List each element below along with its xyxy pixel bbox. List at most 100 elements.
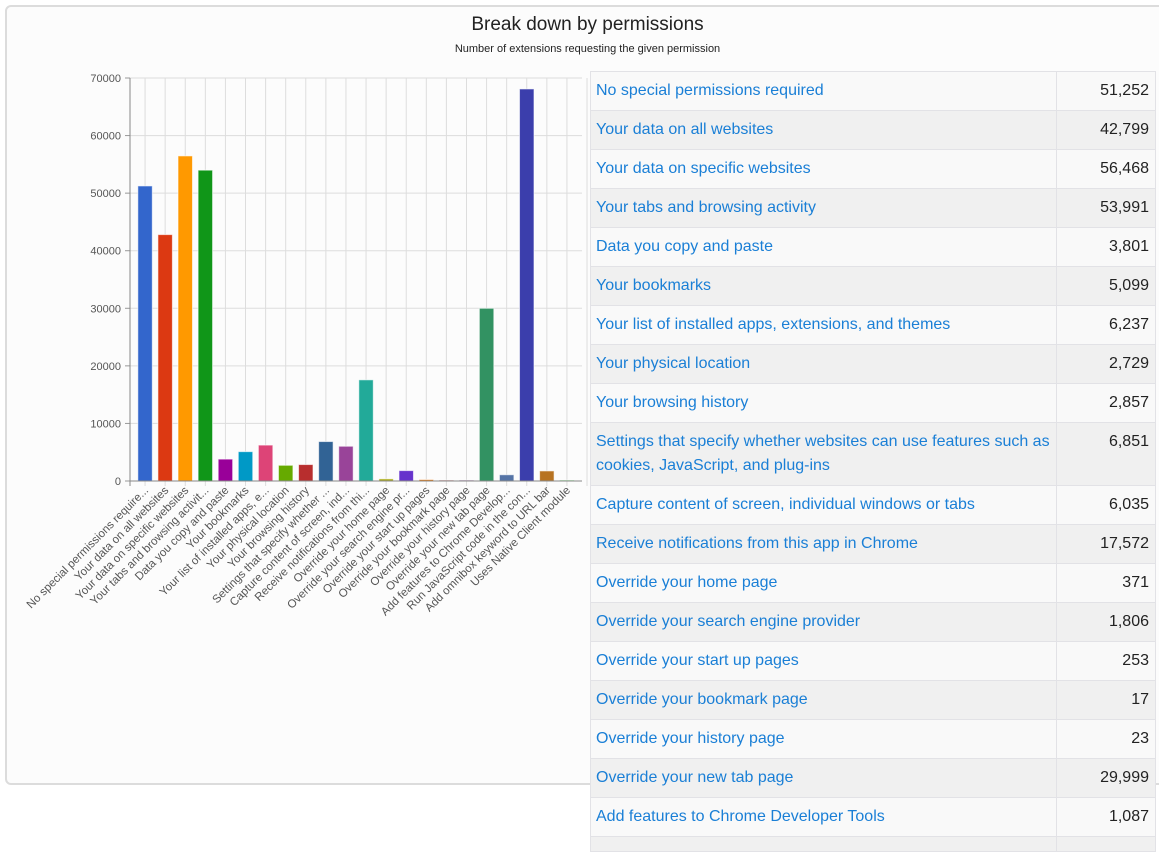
table-row: Override your search engine provider 1,80… (590, 602, 1156, 642)
permission-count: 53,991 (1056, 188, 1156, 228)
table-row: Override your home page 371 (590, 563, 1156, 603)
permission-count: 6,237 (1056, 305, 1156, 345)
permission-count: 371 (1056, 563, 1156, 603)
permission-count: 1,087 (1056, 797, 1156, 837)
bar[interactable] (197, 169, 214, 482)
permission-name-cell (590, 836, 1057, 852)
permission-link[interactable]: Override your bookmark page (596, 691, 808, 708)
permission-link[interactable]: Add features to Chrome Developer Tools (596, 808, 885, 825)
permission-link[interactable]: No special permissions required (596, 82, 824, 99)
permission-link[interactable]: Your browsing history (596, 394, 748, 411)
bar[interactable] (177, 155, 193, 482)
permission-count: 1,806 (1056, 602, 1156, 642)
permission-link[interactable]: Settings that specify whether websites c… (596, 433, 1050, 474)
y-tick-label: 0 (115, 476, 121, 488)
permission-name-cell: Your tabs and browsing activity (590, 188, 1057, 228)
x-axis-labels: No special permissions require...Your da… (25, 484, 573, 618)
permission-count: 29,999 (1056, 758, 1156, 798)
bar-chart: 0 10000 20000 30000 40000 50000 60000 70000 No … (25, 73, 588, 618)
permission-name-cell: No special permissions required (590, 71, 1057, 111)
bar[interactable] (539, 470, 555, 482)
y-tick-label: 10000 (90, 418, 121, 430)
table-row: Your list of installed apps, extensions,… (590, 305, 1156, 345)
permission-link[interactable]: Your physical location (596, 355, 750, 372)
y-tick-label: 50000 (90, 188, 121, 200)
bar[interactable] (157, 234, 173, 482)
y-tick-label: 70000 (90, 73, 121, 85)
permission-count: 23 (1056, 719, 1156, 759)
bar[interactable] (478, 307, 495, 482)
permission-name-cell: Settings that specify whether websites c… (590, 422, 1057, 486)
table-row: Your browsing history 2,857 (590, 383, 1156, 423)
permission-count: 3,801 (1056, 227, 1156, 267)
permission-name-cell: Override your history page (590, 719, 1057, 759)
table-row: Override your new tab page 29,999 (590, 758, 1156, 798)
bar[interactable] (398, 470, 414, 482)
y-tick-label: 60000 (90, 131, 121, 143)
permission-name-cell: Your data on specific websites (590, 149, 1057, 189)
bar[interactable] (358, 379, 374, 482)
table-row: Receive notifications from this app in C… (590, 524, 1156, 564)
table-row: Data you copy and paste 3,801 (590, 227, 1156, 267)
permission-link[interactable]: Capture content of screen, individual wi… (596, 496, 975, 513)
table-row: Your bookmarks 5,099 (590, 266, 1156, 306)
table-row (590, 836, 1156, 852)
permission-name-cell: Your data on all websites (590, 110, 1057, 150)
bar[interactable] (137, 185, 153, 482)
table-row: Settings that specify whether websites c… (590, 422, 1156, 486)
y-tick-label: 30000 (90, 303, 121, 315)
permission-link[interactable]: Data you copy and paste (596, 238, 773, 255)
table-row: Capture content of screen, individual wi… (590, 485, 1156, 525)
table-row: Override your bookmark page 17 (590, 680, 1156, 720)
permission-name-cell: Capture content of screen, individual wi… (590, 485, 1057, 525)
permission-name-cell: Data you copy and paste (590, 227, 1057, 267)
table-row: Your physical location 2,729 (590, 344, 1156, 384)
permission-name-cell: Your physical location (590, 344, 1057, 384)
permission-name-cell: Your bookmarks (590, 266, 1057, 306)
bar[interactable] (318, 441, 334, 482)
permission-link[interactable]: Your tabs and browsing activity (596, 199, 816, 216)
permission-count: 253 (1056, 641, 1156, 681)
bar[interactable] (237, 451, 254, 482)
bar[interactable] (298, 464, 314, 482)
permission-link[interactable]: Override your history page (596, 730, 785, 747)
permission-name-cell: Override your search engine provider (590, 602, 1057, 642)
table-row: Override your history page 23 (590, 719, 1156, 759)
permission-link[interactable]: Override your start up pages (596, 652, 799, 669)
permission-link[interactable]: Your list of installed apps, extensions,… (596, 316, 950, 333)
permission-count: 2,857 (1056, 383, 1156, 423)
permission-count: 42,799 (1056, 110, 1156, 150)
bar[interactable] (498, 474, 515, 482)
table-row: Your tabs and browsing activity 53,991 (590, 188, 1156, 228)
table-row: No special permissions required 51,252 (590, 71, 1156, 111)
permission-name-cell: Your list of installed apps, extensions,… (590, 305, 1057, 345)
permission-count (1056, 836, 1156, 852)
permission-count: 5,099 (1056, 266, 1156, 306)
bar[interactable] (217, 458, 234, 482)
y-axis-ticks: 0 10000 20000 30000 40000 50000 60000 70000 (90, 73, 130, 488)
permission-link[interactable]: Override your new tab page (596, 769, 793, 786)
permission-name-cell: Receive notifications from this app in C… (590, 524, 1057, 564)
permission-link[interactable]: Override your search engine provider (596, 613, 860, 630)
permission-count: 2,729 (1056, 344, 1156, 384)
permission-link[interactable]: Your data on all websites (596, 121, 773, 138)
table-row: Override your start up pages 253 (590, 641, 1156, 681)
permission-name-cell: Override your home page (590, 563, 1057, 603)
permission-name-cell: Override your new tab page (590, 758, 1057, 798)
bar[interactable] (519, 88, 535, 482)
bar[interactable] (257, 444, 274, 482)
table-row: Your data on specific websites 56,468 (590, 149, 1156, 189)
permission-count: 6,035 (1056, 485, 1156, 525)
permission-count: 56,468 (1056, 149, 1156, 189)
bar[interactable] (277, 464, 294, 482)
permission-name-cell: Override your start up pages (590, 641, 1057, 681)
permission-count: 51,252 (1056, 71, 1156, 111)
permission-name-cell: Override your bookmark page (590, 680, 1057, 720)
permission-link[interactable]: Override your home page (596, 574, 777, 591)
permission-link[interactable]: Receive notifications from this app in C… (596, 535, 918, 552)
permission-link[interactable]: Your data on specific websites (596, 160, 811, 177)
permission-count: 17 (1056, 680, 1156, 720)
permission-link[interactable]: Your bookmarks (596, 277, 711, 294)
bar[interactable] (338, 445, 354, 482)
permission-count: 17,572 (1056, 524, 1156, 564)
